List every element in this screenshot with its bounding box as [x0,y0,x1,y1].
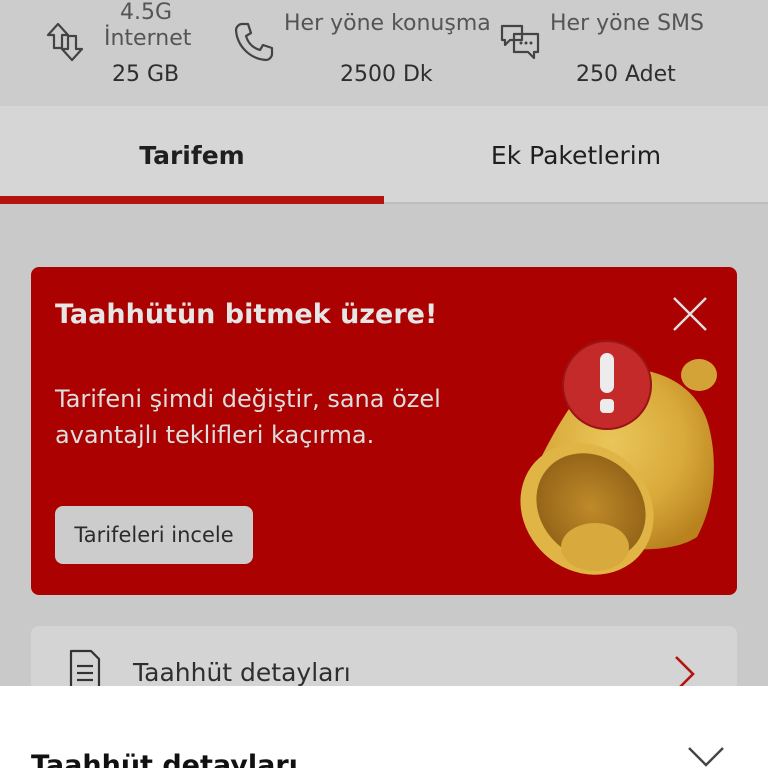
tab-bar: Tarifem Ek Paketlerim [0,106,768,204]
tab-ek-paketlerim[interactable]: Ek Paketlerim [384,106,768,204]
usage-sms-value: 250 Adet [576,62,676,87]
commitment-details-sheet: Taahhüt detayları [0,686,768,768]
usage-internet: 4.5G İnternet 25 GB [40,0,240,106]
tab-divider [384,202,768,204]
review-tariffs-button[interactable]: Tarifeleri incele [55,506,253,564]
banner-text-line-1: Tarifeni şimdi değiştir, sana özel [55,385,441,413]
usage-summary: 4.5G İnternet 25 GB Her yöne konuşma 250… [0,0,768,106]
chat-bubbles-icon [500,24,540,60]
usage-calls-label: Her yöne konuşma [284,11,491,36]
data-transfer-icon [46,22,84,62]
banner-title: Taahhütün bitmek üzere! [55,299,438,330]
usage-calls: Her yöne konuşma 2500 Dk [230,0,500,106]
usage-sms: Her yöne SMS 250 Adet [498,0,758,106]
chevron-down-icon[interactable] [686,744,726,768]
usage-sms-label: Her yöne SMS [550,11,704,36]
commitment-details-label: Taahhüt detayları [133,658,351,687]
commitment-ending-banner: Taahhütün bitmek üzere! Tarifeni şimdi d… [31,267,737,595]
sheet-title: Taahhüt detayları [31,750,298,768]
tab-tarifem[interactable]: Tarifem [0,106,384,204]
usage-calls-value: 2500 Dk [340,62,433,87]
banner-text-line-2: avantajlı teklifleri kaçırma. [55,421,375,449]
usage-internet-label: İnternet [104,26,192,51]
banner-text: Tarifeni şimdi değiştir, sana özel avant… [55,381,475,453]
active-tab-indicator [0,196,384,204]
usage-internet-value: 25 GB [112,62,180,87]
close-icon[interactable] [671,295,709,333]
bell-alert-icon [520,340,717,575]
usage-internet-type: 4.5G [120,0,173,25]
phone-icon [234,22,274,62]
